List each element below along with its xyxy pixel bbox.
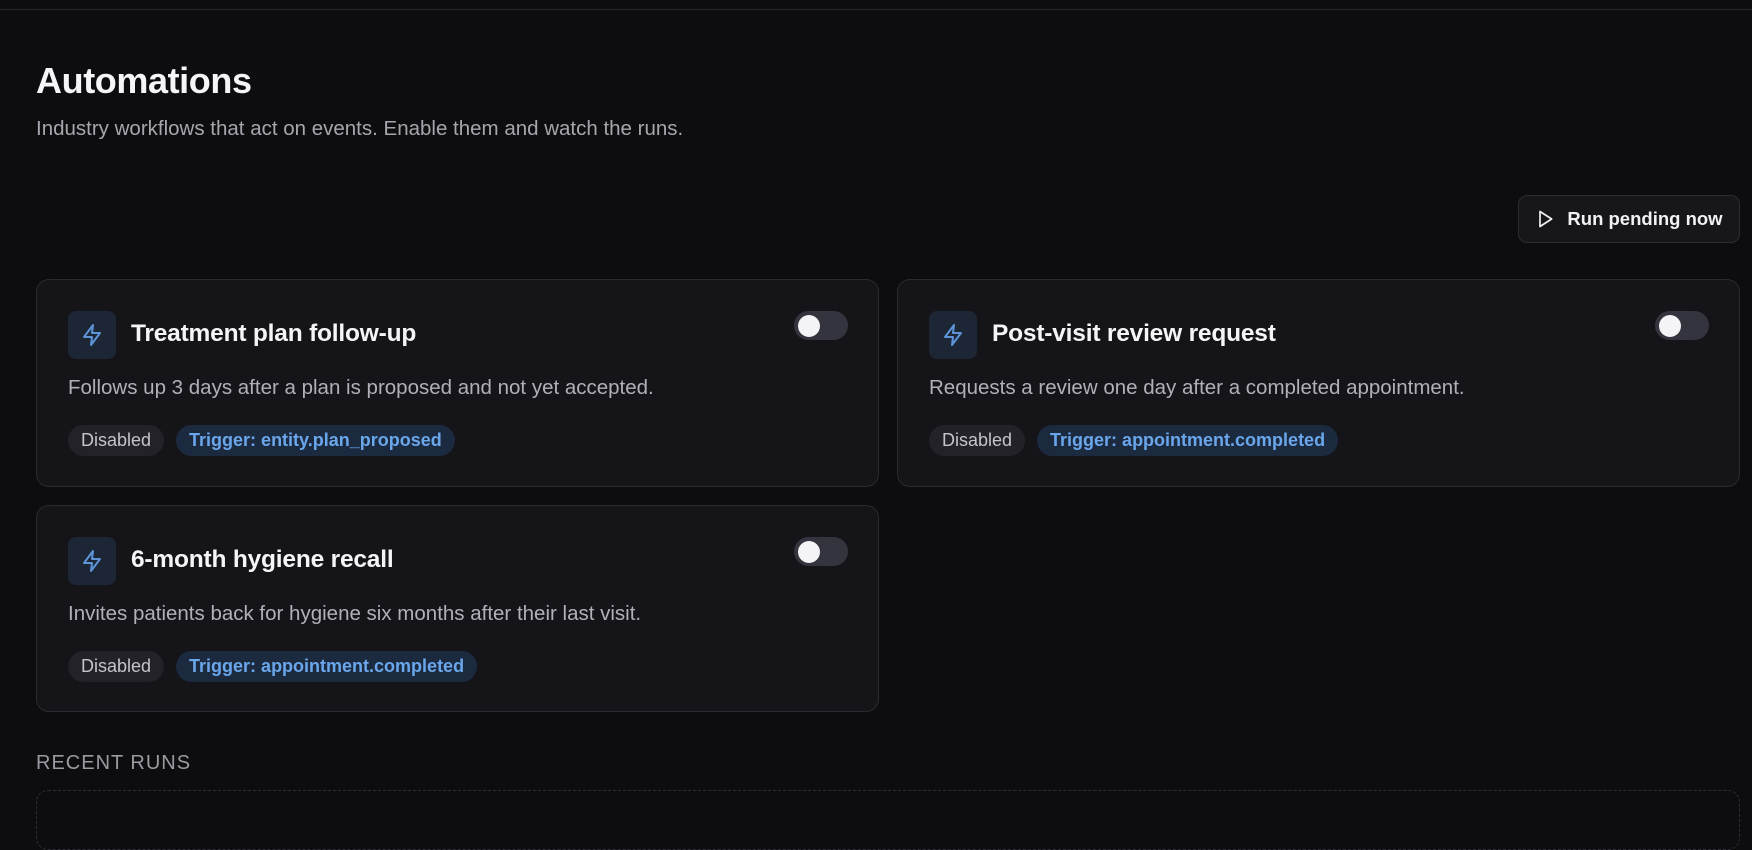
page-title: Automations [36,60,252,101]
automation-tags: Disabled Trigger: appointment.completed [929,425,1339,456]
recent-runs-heading: RECENT RUNS [36,752,192,774]
page-subtitle: Industry workflows that act on events. E… [36,117,684,140]
automation-toggle[interactable] [1655,311,1709,340]
automation-title: 6-month hygiene recall [131,546,394,573]
bolt-icon [944,324,962,346]
automation-card: 6-month hygiene recall Invites patients … [36,505,879,712]
status-badge: Disabled [929,425,1026,456]
toggle-knob [1659,314,1681,337]
status-badge: Disabled [68,651,165,682]
bolt-icon [83,550,101,572]
top-divider [0,9,1752,10]
automation-title: Post-visit review request [992,320,1276,347]
automation-tags: Disabled Trigger: appointment.completed [68,651,478,682]
bolt-icon [83,324,101,346]
run-pending-label: Run pending now [1567,208,1723,229]
recent-runs-panel [36,790,1740,850]
automation-card: Post-visit review request Requests a rev… [897,279,1740,487]
status-badge: Disabled [68,425,165,456]
run-pending-button[interactable]: Run pending now [1518,195,1740,243]
trigger-badge: Trigger: appointment.completed [1037,425,1339,456]
automation-description: Follows up 3 days after a plan is propos… [68,376,654,399]
trigger-badge: Trigger: appointment.completed [176,651,478,682]
trigger-badge: Trigger: entity.plan_proposed [176,425,455,456]
toggle-knob [798,314,820,337]
automation-description: Invites patients back for hygiene six mo… [68,602,642,625]
automation-description: Requests a review one day after a comple… [929,376,1465,399]
automation-toggle[interactable] [794,537,848,566]
automation-toggle[interactable] [794,311,848,340]
automation-title: Treatment plan follow-up [131,320,417,347]
play-icon [1539,210,1553,228]
automation-icon-box [929,311,977,359]
toggle-knob [798,540,820,563]
automation-card: Treatment plan follow-up Follows up 3 da… [36,279,879,487]
automation-icon-box [68,311,116,359]
automation-tags: Disabled Trigger: entity.plan_proposed [68,425,455,456]
automation-icon-box [68,537,116,585]
